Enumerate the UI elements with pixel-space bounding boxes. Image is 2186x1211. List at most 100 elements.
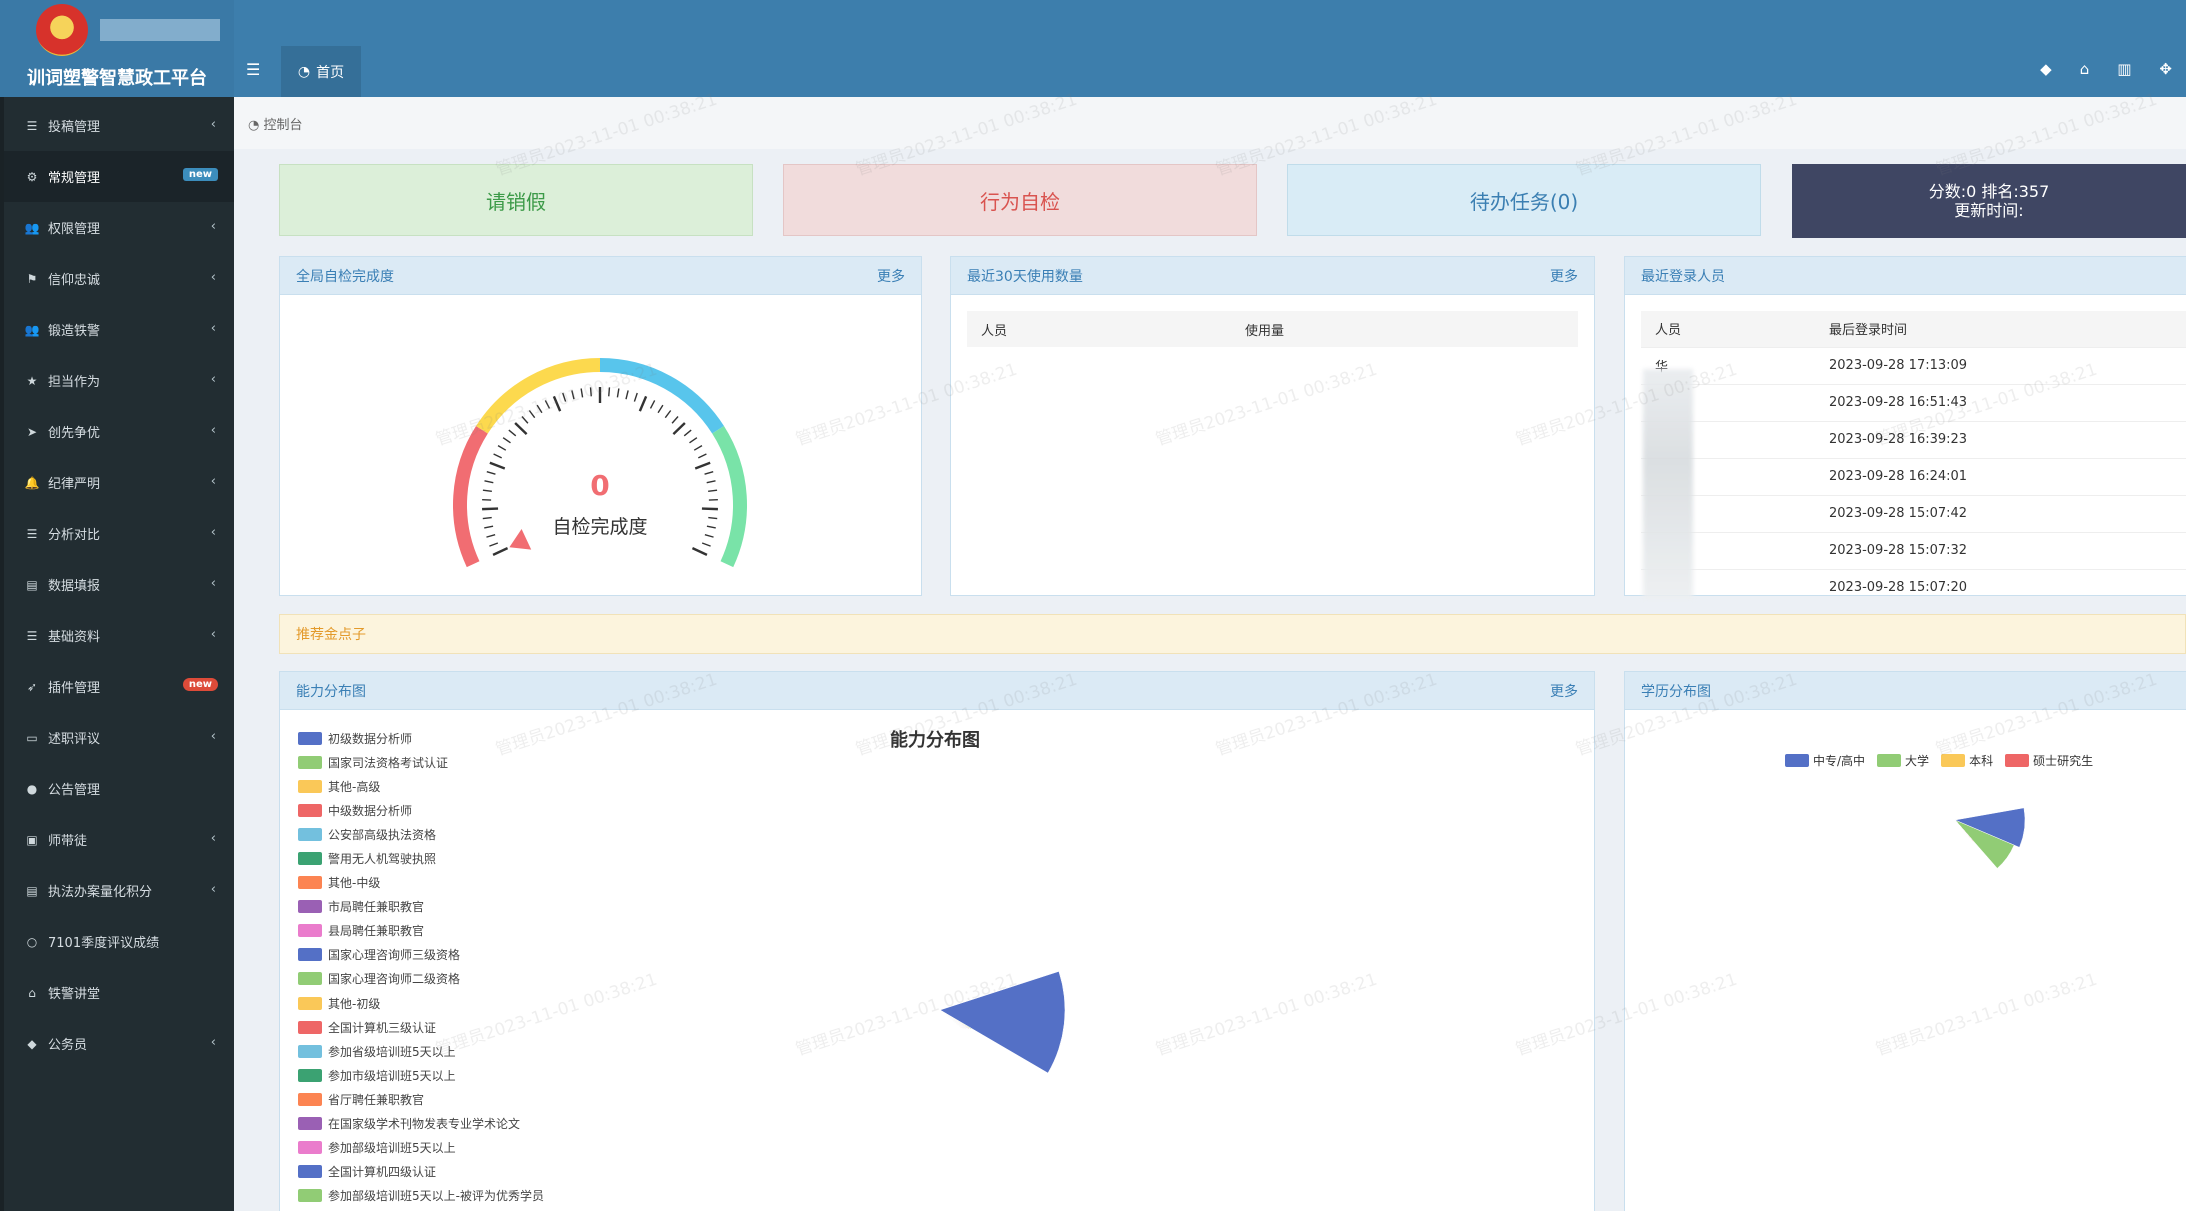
sidebar-item[interactable]: ○ 7101季度评议成绩 (4, 916, 234, 967)
gauge-pointer (509, 528, 532, 550)
gauge-tick (657, 404, 664, 414)
sidebar-item[interactable]: ▭ 述职评议 ‹ (4, 712, 234, 763)
gauge-tick (616, 388, 620, 398)
login-panel-header: 最近登录人员 (1625, 257, 2186, 295)
sidebar-item[interactable]: ▤ 数据填报 ‹ (4, 559, 234, 610)
score-rank-text: 分数:0 排名:357 (1928, 181, 2050, 201)
education-panel: 学历分布图 中专/高中 大学 本科 硕士研究生 (1624, 671, 2186, 1211)
sidebar-item[interactable]: ⌂ 铁警讲堂 (4, 967, 234, 1018)
golden-ideas-bar[interactable]: 推荐金点子 (279, 614, 2186, 654)
gauge-tick (708, 516, 718, 520)
sidebar-item[interactable]: ★ 担当作为 ‹ (4, 355, 234, 406)
sidebar-item[interactable]: ⚙ 常规管理 new (4, 151, 234, 202)
sidebar-item[interactable]: 👥 权限管理 ‹ (4, 202, 234, 253)
blurred-person-names (1643, 369, 1693, 599)
sidebar-item[interactable]: ➤ 创先争优 ‹ (4, 406, 234, 457)
pending-tasks-button[interactable]: 待办任务(0) (1287, 164, 1761, 236)
menu-toggle-icon[interactable]: ☰ (246, 60, 260, 79)
home-icon[interactable]: ⌂ (2080, 60, 2090, 78)
gauge-tick (633, 392, 638, 402)
sidebar-item[interactable]: 👥 锻造铁警 ‹ (4, 304, 234, 355)
id-card-icon: ▭ (26, 730, 38, 745)
gauge-panel-title: 全局自检完成度 (296, 268, 394, 285)
table-header-row: 人员 最后登录时间 (1641, 311, 2186, 347)
gauge-tick (514, 422, 528, 436)
gauge-tick (486, 471, 496, 475)
sidebar-item[interactable]: ☰ 投稿管理 ‹ (4, 100, 234, 151)
recent-login-panel: 最近登录人员 人员 最后登录时间 华 2023-09-28 17:13:09 202… (1624, 256, 2186, 606)
sidebar-item-label: 数据填报 (48, 579, 101, 594)
leave-button[interactable]: 请销假 (279, 164, 753, 236)
chevron-left-icon: ‹ (210, 219, 216, 234)
golden-ideas-label: 推荐金点子 (296, 627, 366, 643)
sidebar-item-label: 师带徒 (48, 834, 88, 849)
table-row: 2023-09-28 16:39:23 (1641, 420, 2186, 458)
new-badge: new (182, 678, 218, 691)
gauge-panel: 全局自检完成度 更多 0 自检完成度 (279, 256, 922, 596)
sidebar-item-label: 常规管理 (48, 171, 101, 186)
breadcrumb-label[interactable]: 控制台 (263, 118, 302, 133)
gauge-tick (638, 395, 648, 412)
trash-icon[interactable]: ▥ (2117, 60, 2131, 78)
gauge-tick (689, 437, 698, 444)
sidebar-item[interactable]: ☰ 分析对比 ‹ (4, 508, 234, 559)
header-actions: ◆ ⌂ ▥ ✥ (2040, 60, 2172, 78)
gauge-tick (608, 387, 611, 397)
sidebar-item[interactable]: ➶ 插件管理 new (4, 661, 234, 712)
sidebar-item[interactable]: ▣ 师带徒 ‹ (4, 814, 234, 865)
logo-area[interactable]: 训词塑警智慧政工平台 (0, 0, 234, 97)
chevron-left-icon: ‹ (210, 831, 216, 846)
sidebar-item-label: 纪律严明 (48, 477, 101, 492)
paper-plane-icon: ➤ (26, 424, 38, 439)
ability-more-link[interactable]: 更多 (1550, 681, 1578, 701)
table-row: 2023-09-28 16:51:43 (1641, 383, 2186, 421)
self-check-gauge: 0 自检完成度 (453, 358, 747, 568)
gauge-tick (691, 547, 708, 556)
sidebar-item[interactable]: ▤ 执法办案量化积分 ‹ (4, 865, 234, 916)
table-row: 2023-09-28 16:24:01 (1641, 457, 2186, 495)
diamond-icon: ◆ (27, 1036, 37, 1051)
column-header-last-login: 最后登录时间 (1815, 311, 2186, 347)
bank-icon: ⌂ (28, 985, 36, 1000)
sidebar-item-label: 公告管理 (48, 783, 101, 798)
chevron-left-icon: ‹ (210, 372, 216, 387)
gauge-tick (508, 429, 517, 437)
group-icon: 👥 (24, 220, 40, 235)
gauge-segment (712, 426, 747, 568)
sidebar-item[interactable]: ◆ 公务员 ‹ (4, 1018, 234, 1069)
diamond-icon[interactable]: ◆ (2040, 60, 2052, 78)
self-check-button[interactable]: 行为自检 (783, 164, 1257, 236)
gauge-tick (571, 390, 575, 400)
usage-more-link[interactable]: 更多 (1550, 266, 1578, 286)
circle-o-icon: ○ (26, 934, 38, 949)
sidebar-item[interactable]: 🔔 纪律严明 ‹ (4, 457, 234, 508)
fullscreen-icon[interactable]: ✥ (2159, 60, 2172, 78)
sidebar-item[interactable]: ☰ 基础资料 ‹ (4, 610, 234, 661)
usage-panel-header: 最近30天使用数量 更多 (951, 257, 1594, 295)
rocket-icon: ➶ (26, 679, 38, 694)
book-icon: ▤ (26, 577, 38, 592)
gauge-more-link[interactable]: 更多 (877, 266, 905, 286)
ability-rose-chart (939, 971, 1066, 1074)
ability-panel: 能力分布图 更多 初级数据分析师 国家司法资格考试认证 其他-高级 中级数据分析师 公安… (279, 671, 1595, 1211)
sidebar-item[interactable]: ● 公告管理 (4, 763, 234, 814)
login-time: 2023-09-28 15:07:20 (1815, 568, 2186, 606)
sidebar-item-label: 铁警讲堂 (48, 987, 101, 1002)
gauge-tick (693, 445, 703, 451)
sidebar-item-label: 分析对比 (48, 528, 101, 543)
tab-home[interactable]: ◔ 首页 (281, 46, 361, 97)
sidebar-item[interactable]: ⚑ 信仰忠诚 ‹ (4, 253, 234, 304)
gauge-tick (706, 525, 716, 529)
gauge-tick (704, 471, 714, 475)
gauge-tick (697, 453, 707, 459)
usage-panel: 最近30天使用数量 更多 人员 使用量 (950, 256, 1595, 596)
police-emblem-icon (36, 4, 88, 56)
education-panel-header: 学历分布图 (1625, 672, 2186, 710)
sidebar-item-label: 信仰忠诚 (48, 273, 101, 288)
update-time-text: 更新时间: (1954, 201, 2024, 220)
gauge-tick (672, 422, 686, 436)
sidebar-item-label: 述职评议 (48, 732, 101, 747)
gauge-tick (492, 547, 509, 556)
gauge-tick (701, 507, 718, 511)
login-time: 2023-09-28 15:07:42 (1815, 494, 2186, 532)
